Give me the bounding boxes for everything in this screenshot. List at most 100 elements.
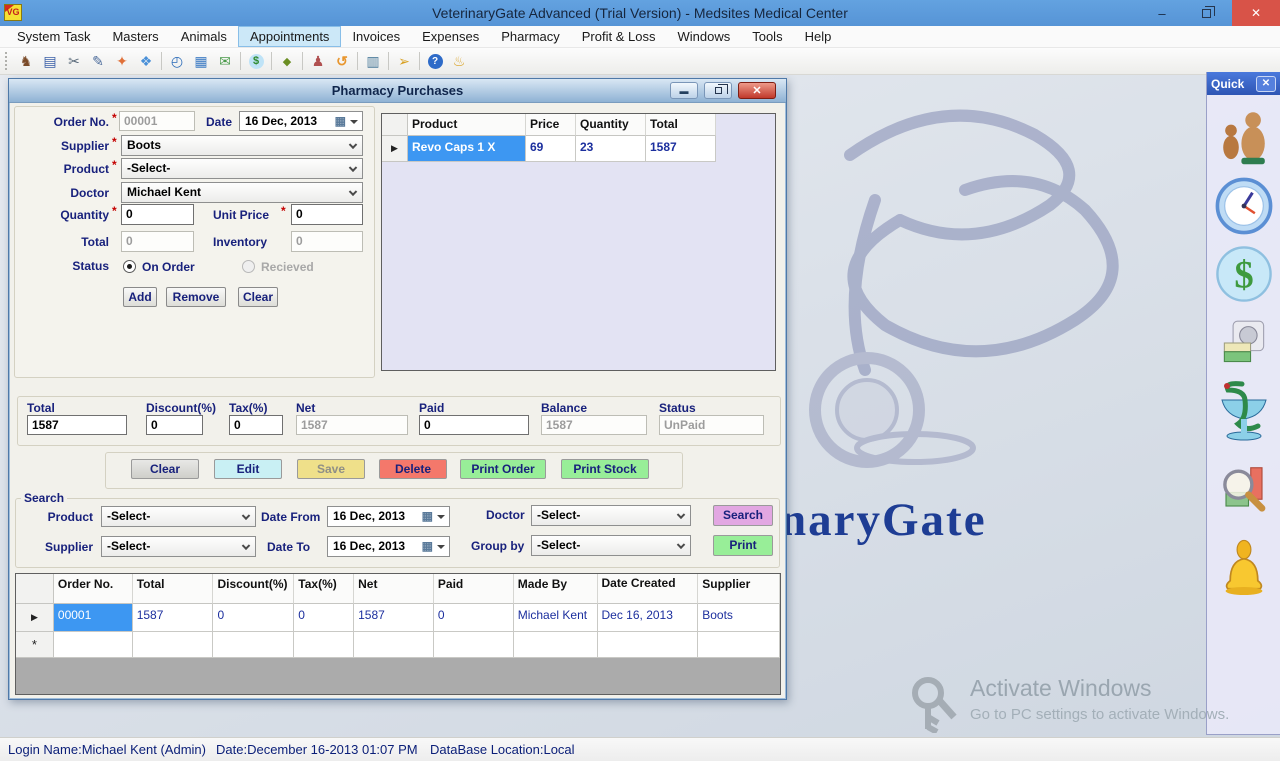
date-from-picker[interactable]: 16 Dec, 2013 ▦ — [327, 506, 450, 527]
table-row[interactable]: ▶ 00001 1587 0 0 1587 0 Michael Kent Dec… — [16, 604, 780, 632]
cell-tax[interactable]: 0 — [294, 604, 354, 632]
parasite-control-icon[interactable]: ❖ — [134, 50, 158, 72]
stock-icon[interactable]: ▥ — [361, 50, 385, 72]
menu-appointments[interactable]: Appointments — [238, 26, 342, 47]
surgery-icon[interactable]: ✂ — [62, 50, 86, 72]
empty-cell[interactable] — [133, 632, 214, 658]
cell-date-created[interactable]: Dec 16, 2013 — [598, 604, 699, 632]
menu-animals[interactable]: Animals — [170, 26, 238, 47]
schedule-icon[interactable]: ▦ — [189, 50, 213, 72]
add-button[interactable]: Add — [123, 287, 157, 307]
group-by-combobox[interactable]: -Select- — [531, 535, 691, 556]
cell-quantity[interactable]: 23 — [576, 136, 646, 162]
appointment-clock-icon[interactable]: ◴ — [165, 50, 189, 72]
reminders-icon[interactable]: ➢ — [392, 50, 416, 72]
row-selector-icon[interactable]: ▶ — [16, 604, 54, 632]
clear-entry-button[interactable]: Clear — [238, 287, 278, 307]
menu-help[interactable]: Help — [794, 26, 843, 47]
reports-search-icon[interactable] — [1217, 461, 1271, 515]
menu-expenses[interactable]: Expenses — [411, 26, 490, 47]
cell-total[interactable]: 1587 — [133, 604, 214, 632]
vaccination-icon[interactable]: ✎ — [86, 50, 110, 72]
tax-field[interactable]: 0 — [229, 415, 283, 435]
clock-icon[interactable] — [1215, 177, 1273, 235]
cell-product[interactable]: Revo Caps 1 X — [408, 136, 526, 162]
returns-icon[interactable]: ↺ — [330, 50, 354, 72]
print-button[interactable]: Print — [713, 535, 773, 556]
total-field[interactable]: 1587 — [27, 415, 127, 435]
dialog-minimize-button[interactable]: ▬ — [670, 82, 698, 99]
patient-record-icon[interactable]: ▤ — [38, 50, 62, 72]
empty-cell[interactable] — [294, 632, 354, 658]
clear-button[interactable]: Clear — [131, 459, 199, 479]
received-radio[interactable] — [242, 260, 255, 273]
unit-price-field[interactable]: 0 — [291, 204, 363, 225]
column-header-date-created[interactable]: Date Created — [598, 574, 699, 604]
empty-cell[interactable] — [514, 632, 598, 658]
column-header-net[interactable]: Net — [354, 574, 434, 604]
cell-paid[interactable]: 0 — [434, 604, 514, 632]
expenses-icon[interactable]: ◆ — [275, 50, 299, 72]
cell-price[interactable]: 69 — [526, 136, 576, 162]
cell-supplier[interactable]: Boots — [698, 604, 780, 632]
column-header-price[interactable]: Price — [526, 114, 576, 136]
invoice-icon[interactable]: ✉ — [213, 50, 237, 72]
column-header-product[interactable]: Product — [408, 114, 526, 136]
help-icon[interactable]: ? — [423, 50, 447, 72]
menu-profit-loss[interactable]: Profit & Loss — [571, 26, 667, 47]
menu-system-task[interactable]: System Task — [6, 26, 101, 47]
print-order-button[interactable]: Print Order — [460, 459, 546, 479]
remove-button[interactable]: Remove — [166, 287, 226, 307]
empty-cell[interactable] — [54, 632, 133, 658]
menu-masters[interactable]: Masters — [101, 26, 169, 47]
cleanup-icon[interactable]: ♨ — [447, 50, 471, 72]
column-header-tax[interactable]: Tax(%) — [294, 574, 354, 604]
empty-cell[interactable] — [698, 632, 780, 658]
menu-pharmacy[interactable]: Pharmacy — [490, 26, 571, 47]
search-supplier-combobox[interactable]: -Select- — [101, 536, 256, 557]
dialog-maximize-button[interactable] — [704, 82, 732, 99]
empty-cell[interactable] — [598, 632, 699, 658]
payments-icon[interactable]: $ — [1215, 245, 1273, 303]
cell-made-by[interactable]: Michael Kent — [514, 604, 598, 632]
pharmacy-icon[interactable] — [1216, 377, 1272, 443]
new-row-icon[interactable]: * — [16, 632, 54, 658]
quick-panel-close-icon[interactable]: ✕ — [1256, 76, 1276, 92]
close-button[interactable]: ✕ — [1232, 0, 1280, 26]
column-header-order-no[interactable]: Order No. — [54, 574, 133, 604]
medicine-icon[interactable]: ✦ — [110, 50, 134, 72]
menu-invoices[interactable]: Invoices — [341, 26, 411, 47]
cell-net[interactable]: 1587 — [354, 604, 434, 632]
column-header-paid[interactable]: Paid — [434, 574, 514, 604]
supplier-combobox[interactable]: Boots — [121, 135, 363, 156]
cell-order-no[interactable]: 00001 — [54, 604, 133, 632]
date-to-picker[interactable]: 16 Dec, 2013 ▦ — [327, 536, 450, 557]
column-header-supplier[interactable]: Supplier — [698, 574, 780, 604]
search-product-combobox[interactable]: -Select- — [101, 506, 256, 527]
discount-field[interactable]: 0 — [146, 415, 203, 435]
empty-cell[interactable] — [434, 632, 514, 658]
menu-windows[interactable]: Windows — [666, 26, 741, 47]
paid-field[interactable]: 0 — [419, 415, 529, 435]
column-header-made-by[interactable]: Made By — [514, 574, 598, 604]
order-no-field[interactable]: 00001 — [119, 111, 195, 131]
purchases-icon[interactable]: ♟ — [306, 50, 330, 72]
edit-button[interactable]: Edit — [214, 459, 282, 479]
table-row[interactable]: ▶ Revo Caps 1 X 69 23 1587 — [382, 136, 775, 162]
dialog-close-button[interactable]: ✕ — [738, 82, 776, 99]
empty-cell[interactable] — [213, 632, 294, 658]
reminder-bell-icon[interactable] — [1221, 539, 1267, 597]
product-combobox[interactable]: -Select- — [121, 158, 363, 179]
quantity-field[interactable]: 0 — [121, 204, 194, 225]
column-header-quantity[interactable]: Quantity — [576, 114, 646, 136]
on-order-radio[interactable] — [123, 260, 136, 273]
empty-cell[interactable] — [354, 632, 434, 658]
column-header-total[interactable]: Total — [133, 574, 214, 604]
cell-total[interactable]: 1587 — [646, 136, 716, 162]
menu-tools[interactable]: Tools — [741, 26, 793, 47]
cell-discount[interactable]: 0 — [213, 604, 294, 632]
cashbox-icon[interactable] — [1220, 319, 1268, 367]
delete-button[interactable]: Delete — [379, 459, 447, 479]
dog-icon[interactable]: ♞ — [14, 50, 38, 72]
minimize-button[interactable]: – — [1140, 0, 1184, 26]
